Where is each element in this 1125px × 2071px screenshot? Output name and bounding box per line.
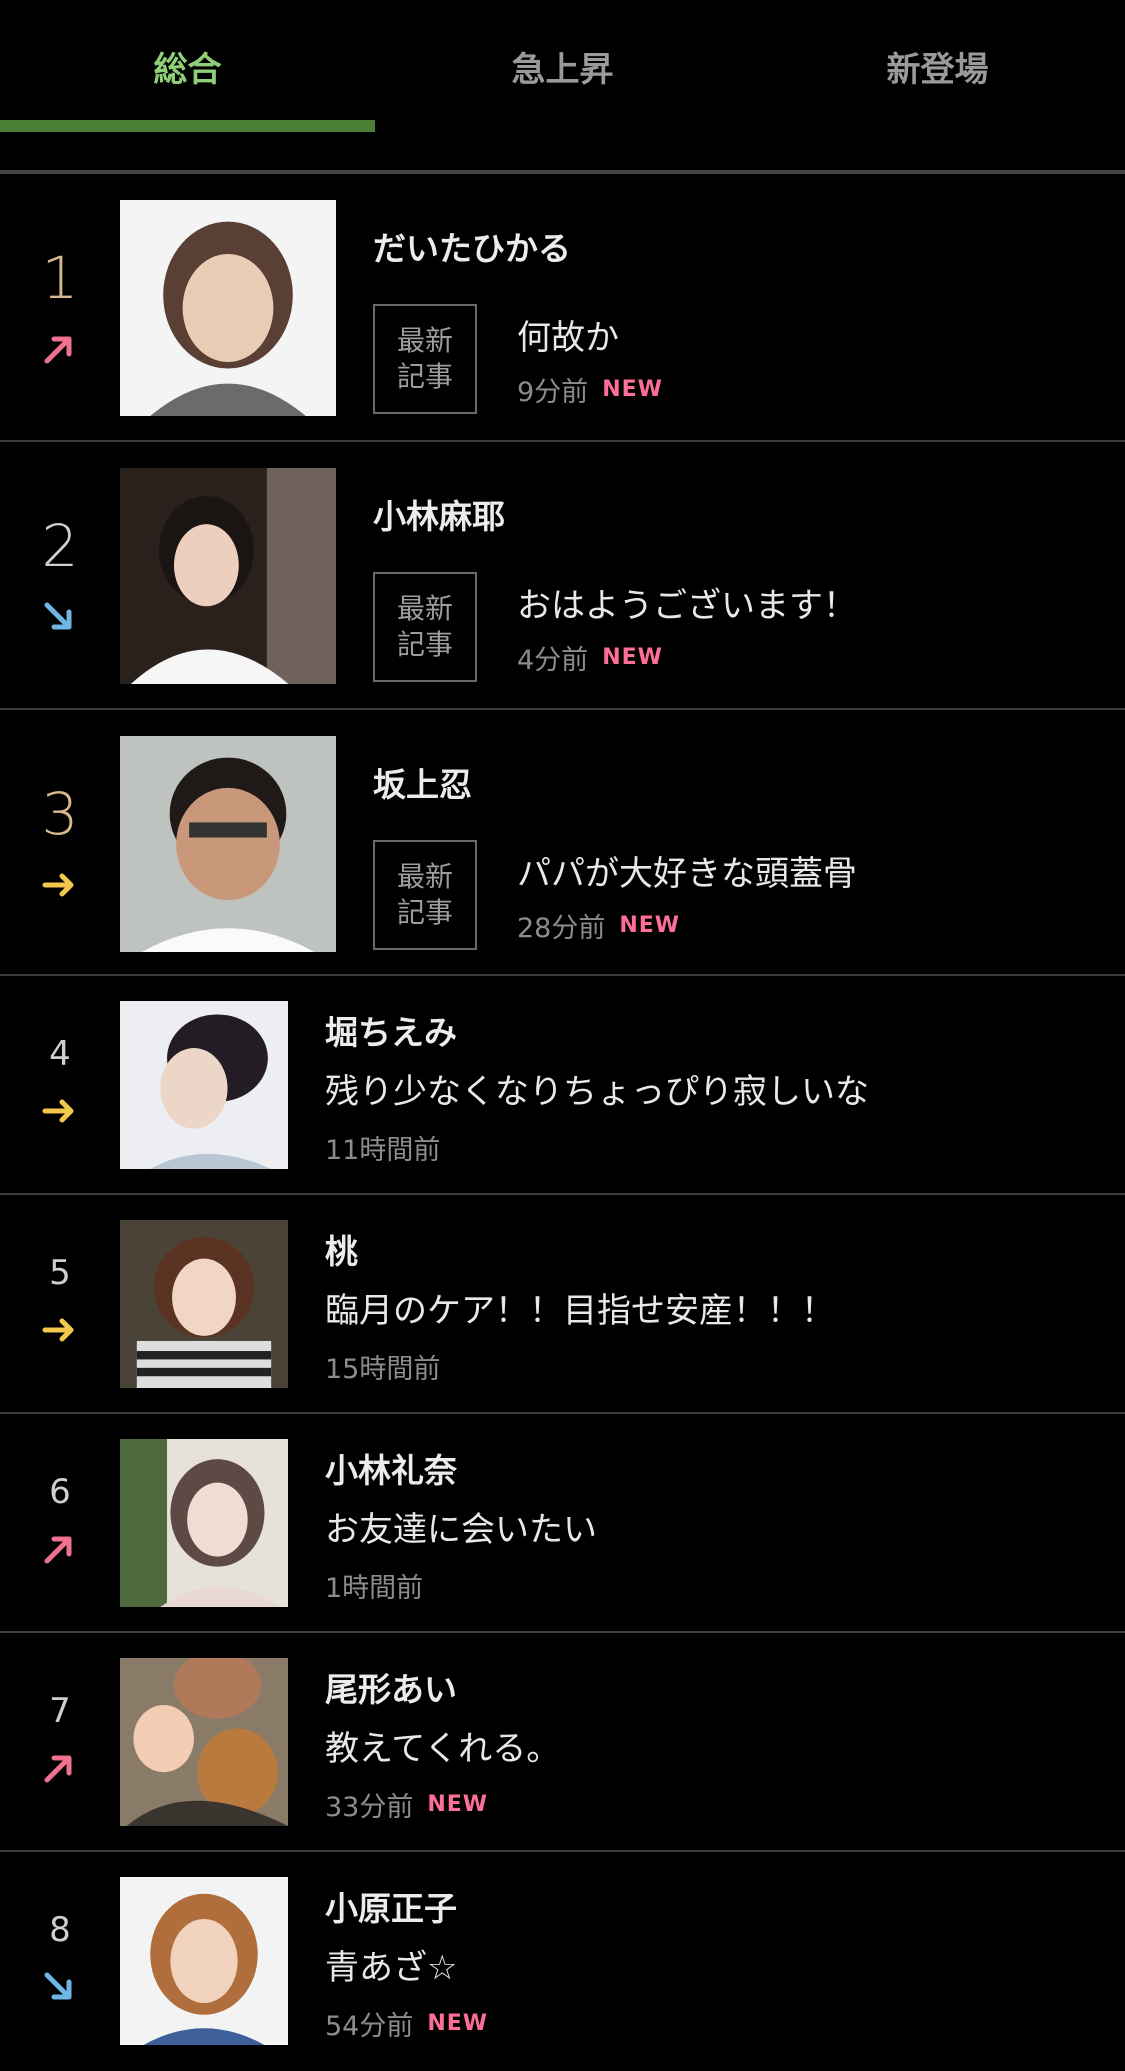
- ranking-row[interactable]: 1 だいたひかる 最新 記事 何故か 9分前 NEW: [0, 174, 1125, 442]
- article-title[interactable]: お友達に会いたい: [325, 1502, 597, 1551]
- article-meta: 33分前 NEW: [325, 1792, 489, 1823]
- avatar[interactable]: [120, 1658, 288, 1826]
- blogger-name[interactable]: 尾形あい: [325, 1663, 457, 1711]
- new-badge: NEW: [602, 645, 663, 670]
- article-meta: 15時間前: [325, 1354, 441, 1385]
- avatar[interactable]: [120, 1001, 288, 1169]
- trend-up-icon: [44, 1536, 72, 1564]
- trend-flat-icon: [42, 873, 74, 897]
- trend-down-icon: [44, 1972, 72, 2000]
- rank-number: 2: [41, 512, 79, 580]
- trend-down-icon: [44, 602, 72, 630]
- article-title[interactable]: 青あざ☆: [325, 1940, 457, 1989]
- article-meta: 9分前 NEW: [517, 377, 663, 408]
- rank-number: 6: [49, 1472, 71, 1512]
- ranking-row[interactable]: 6 小林礼奈 お友達に会いたい 1時間前: [0, 1414, 1125, 1633]
- article-title[interactable]: 教えてくれる。: [325, 1721, 560, 1770]
- blogger-name[interactable]: 堀ちえみ: [325, 1006, 457, 1054]
- rank-number: 1: [41, 244, 79, 312]
- article-title[interactable]: 何故か: [517, 310, 619, 359]
- latest-article-badge: 最新 記事: [373, 840, 477, 950]
- trend-flat-icon: [42, 1099, 74, 1123]
- latest-article-badge: 最新 記事: [373, 304, 477, 414]
- article-title[interactable]: パパが大好きな頭蓋骨: [517, 846, 857, 895]
- ranking-row[interactable]: 8 小原正子 青あざ☆ 54分前 NEW: [0, 1852, 1125, 2071]
- trend-up-icon: [44, 336, 72, 364]
- new-badge: NEW: [619, 913, 681, 938]
- blogger-name[interactable]: 小林麻耶: [373, 490, 505, 538]
- rank-number: 7: [49, 1691, 71, 1731]
- avatar[interactable]: [120, 736, 336, 952]
- tab-rising[interactable]: 急上昇: [375, 0, 750, 132]
- article-meta: 11時間前: [325, 1135, 441, 1166]
- blogger-name[interactable]: 小林礼奈: [325, 1444, 457, 1492]
- article-meta: 28分前 NEW: [517, 913, 681, 944]
- blogger-name[interactable]: 坂上忍: [373, 758, 472, 806]
- ranking-row[interactable]: 2 小林麻耶 最新 記事 おはようございます！ 4分前 NEW: [0, 442, 1125, 710]
- ranking-row[interactable]: 4 堀ちえみ 残り少なくなりちょっぴり寂しいな 11時間前: [0, 976, 1125, 1195]
- avatar[interactable]: [120, 468, 336, 684]
- new-badge: NEW: [427, 1792, 489, 1817]
- new-badge: NEW: [427, 2011, 489, 2036]
- ranking-row[interactable]: 3 坂上忍 最新 記事 パパが大好きな頭蓋骨 28分前 NEW: [0, 710, 1125, 976]
- blogger-name[interactable]: だいたひかる: [373, 222, 571, 270]
- rank-number: 8: [49, 1910, 71, 1950]
- trend-flat-icon: [42, 1318, 74, 1342]
- article-title[interactable]: おはようございます！: [517, 578, 857, 627]
- tab-overall[interactable]: 総合: [0, 0, 375, 132]
- article-meta: 1時間前: [325, 1573, 424, 1604]
- article-title[interactable]: 残り少なくなりちょっぴり寂しいな: [325, 1064, 869, 1113]
- trend-up-icon: [44, 1755, 72, 1783]
- article-title[interactable]: 臨月のケア！！目指せ安産！！！: [325, 1283, 835, 1332]
- article-meta: 54分前 NEW: [325, 2011, 489, 2042]
- ranking-tabs: 総合 急上昇 新登場: [0, 0, 1125, 174]
- blogger-name[interactable]: 桃: [325, 1225, 358, 1273]
- rank-number: 4: [49, 1034, 71, 1074]
- avatar[interactable]: [120, 1220, 288, 1388]
- active-tab-indicator: [0, 120, 375, 132]
- blogger-name[interactable]: 小原正子: [325, 1882, 457, 1930]
- ranking-row[interactable]: 5 桃 臨月のケア！！目指せ安産！！！ 15時間前: [0, 1195, 1125, 1414]
- avatar[interactable]: [120, 200, 336, 416]
- tab-new-entry[interactable]: 新登場: [750, 0, 1125, 132]
- new-badge: NEW: [602, 377, 663, 402]
- rank-number: 3: [41, 780, 79, 848]
- latest-article-badge: 最新 記事: [373, 572, 477, 682]
- article-meta: 4分前 NEW: [517, 645, 663, 676]
- avatar[interactable]: [120, 1439, 288, 1607]
- avatar[interactable]: [120, 1877, 288, 2045]
- ranking-row[interactable]: 7 尾形あい 教えてくれる。 33分前 NEW: [0, 1633, 1125, 1852]
- rank-number: 5: [49, 1253, 71, 1293]
